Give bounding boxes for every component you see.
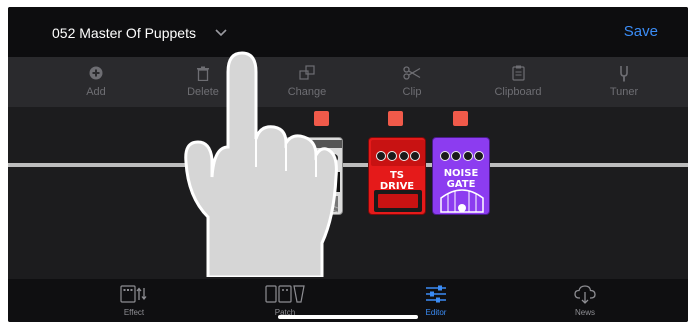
swap-icon [299,65,315,80]
clipboard-tool-button[interactable]: Clipboard [478,63,558,98]
patch-selector[interactable]: 052 Master Of Puppets [52,23,228,43]
pedal-switch-indicator[interactable] [388,111,403,126]
tab-effect-label: Effect [123,308,145,317]
pedal-switch-indicator[interactable] [240,111,255,126]
clipboard-icon [511,65,525,81]
pedal-switch-indicator[interactable] [314,111,329,126]
patch-icon [265,285,305,303]
chevron-down-icon [215,29,227,37]
trash-icon [197,66,209,81]
tuner-tool-button[interactable]: Tuner [584,63,664,98]
sliders-icon [426,285,446,303]
scissors-icon [403,66,421,80]
app-screen: 052 Master Of Puppets Save Add Delete Ch… [8,7,688,322]
header-bar: 052 Master Of Puppets Save [8,7,688,57]
ts-drive-pedal[interactable]: TS DRIVE [368,137,426,215]
dual-drive-label: DUAL VE [298,174,330,196]
delete-tool-button[interactable]: Delete [163,63,243,98]
delete-tool-label: Delete [187,86,219,98]
tuner-tool-label: Tuner [609,86,639,98]
pedal-switch-indicator[interactable] [453,111,468,126]
add-tool-button[interactable]: Add [56,63,136,98]
save-button[interactable]: Save [624,23,658,40]
patch-name: 052 Master Of Puppets [52,25,196,41]
dual-drive-pedal[interactable]: DUAL VE [285,137,343,215]
change-tool-button[interactable]: Change [267,63,347,98]
effect-grid-icon [120,285,147,303]
pedalboard-canvas[interactable]: DUAL VE TS DRIVE NOISE GATE [8,107,688,279]
tuning-fork-icon [620,65,628,81]
ts-drive-label: TS DRIVE [379,170,415,192]
tab-news-label: News [574,308,595,317]
cloud-download-icon [574,285,596,304]
tab-effect[interactable]: Effect [84,283,184,317]
signal-chain-cable [8,163,688,167]
editor-toolbar: Add Delete Change Clip Clipboard Tuner [8,57,688,107]
tab-patch[interactable]: Patch [235,283,335,317]
noise-gate-label: NOISE GATE [443,168,479,190]
noise-gate-pedal[interactable]: NOISE GATE [432,137,490,215]
tab-news[interactable]: News [535,283,635,317]
home-indicator [278,315,418,319]
change-tool-label: Change [287,86,327,98]
clip-tool-button[interactable]: Clip [372,63,452,98]
clipboard-tool-label: Clipboard [494,86,542,98]
plus-circle-icon [89,66,103,80]
clip-tool-label: Clip [402,86,422,98]
add-tool-label: Add [86,86,106,98]
tab-editor[interactable]: Editor [386,283,486,317]
